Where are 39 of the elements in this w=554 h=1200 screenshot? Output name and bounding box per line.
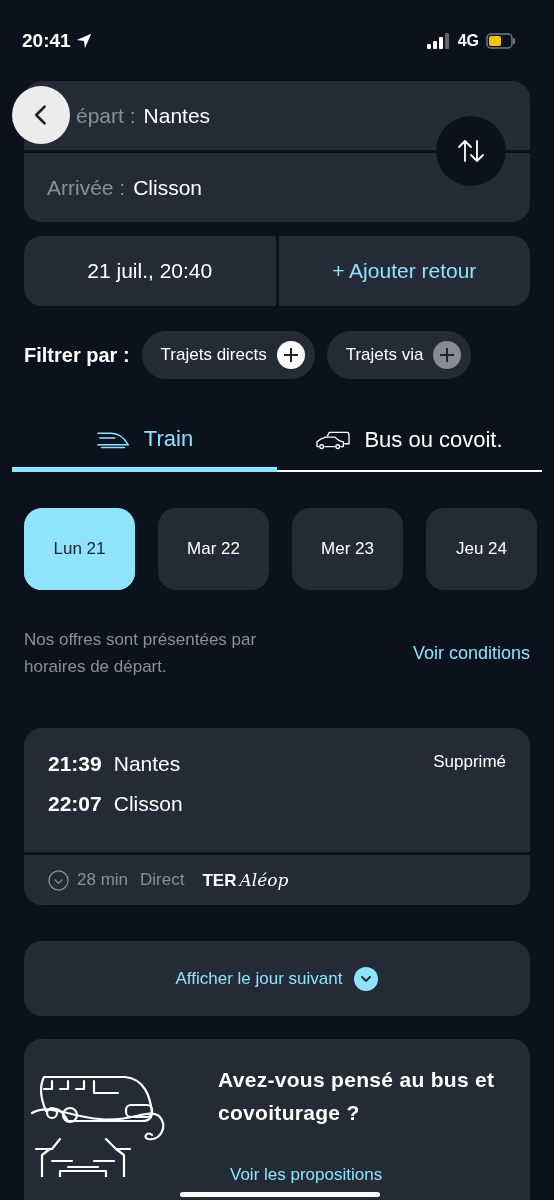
departure-field[interactable]: Nantes <box>143 103 211 128</box>
back-button[interactable] <box>12 86 70 144</box>
journey-type: Direct <box>140 870 185 890</box>
journey-card[interactable]: 21:39 Nantes 22:07 Clisson Supprimé 28 min Direct TER Aléop <box>24 728 530 905</box>
signal-icon <box>426 33 451 49</box>
mode-tab[interactable]: Train <box>12 410 277 472</box>
status-time: 20:41 <box>22 30 71 52</box>
journey-duration: 28 min <box>77 870 129 890</box>
plus-icon <box>276 341 305 369</box>
add-return-button[interactable]: + Ajouter retour <box>278 236 530 306</box>
clock-icon <box>48 869 69 891</box>
journey-status: Supprimé <box>433 752 506 773</box>
departure-label: épart : <box>76 103 136 128</box>
departure-time: 21:39 <box>48 752 102 776</box>
day-button[interactable]: Mer 23 <box>292 508 403 590</box>
arrival-label: Arrivée : <box>47 175 126 200</box>
arrival-field[interactable]: Clisson <box>133 175 203 200</box>
bus-car-icon <box>316 430 351 450</box>
arrival-time: 22:07 <box>48 792 102 816</box>
offers-notice: Nos offres sont présentées par horaires de départ. <box>24 629 258 678</box>
day-button[interactable]: Lun 21 <box>24 508 135 590</box>
proposals-link[interactable]: Voir les propositions <box>230 1165 530 1185</box>
filter-chip[interactable]: Trajets directs <box>141 331 315 379</box>
mode-tab[interactable]: Bus ou covoit. <box>277 410 542 472</box>
chevron-down-icon <box>354 966 379 991</box>
day-button[interactable]: Jeu 24 <box>426 508 537 590</box>
conditions-link[interactable]: Voir conditions <box>412 642 530 664</box>
filter-chip[interactable]: Trajets via <box>326 331 472 379</box>
network-label: 4G <box>457 32 479 50</box>
promo-title: Avez-vous pensé au bus et covoiturage ? <box>218 1067 496 1126</box>
day-button[interactable]: Mar 22 <box>158 508 269 590</box>
operator-logo: TER Aléop <box>202 869 289 891</box>
plus-icon <box>433 341 462 369</box>
battery-icon <box>486 33 516 49</box>
next-day-button[interactable]: Afficher le jour suivant <box>24 941 530 1016</box>
departure-station: Nantes <box>113 752 181 776</box>
arrival-station: Clisson <box>113 792 183 816</box>
date-button[interactable]: 21 juil., 20:40 <box>24 236 276 306</box>
filter-label: Filtrer par : <box>24 343 130 367</box>
